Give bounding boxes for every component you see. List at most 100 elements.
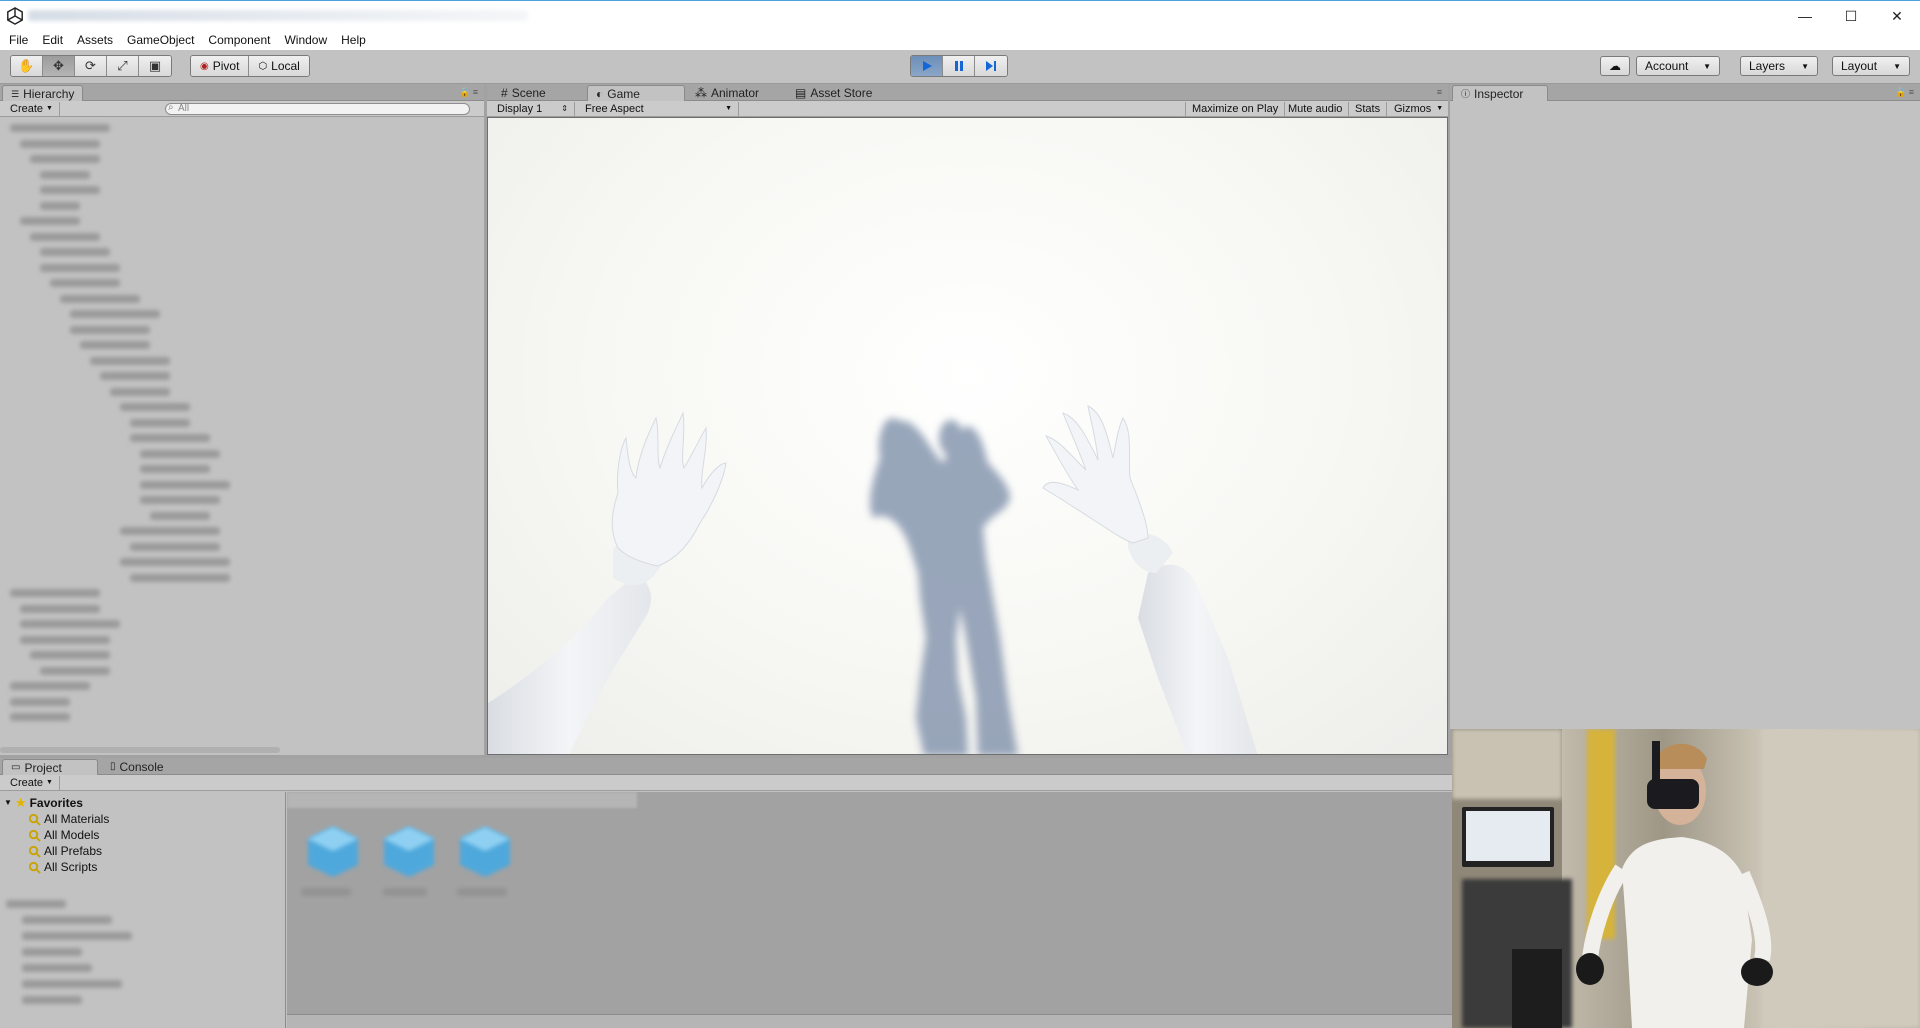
assets-row[interactable] <box>22 980 122 988</box>
hierarchy-row[interactable] <box>100 372 170 380</box>
stats-toggle[interactable]: Stats <box>1349 102 1388 116</box>
hierarchy-row[interactable] <box>120 403 190 411</box>
tab-animator[interactable]: ⁂ Animator <box>687 85 767 101</box>
hierarchy-row[interactable] <box>130 418 190 427</box>
pause-button[interactable] <box>943 56 975 76</box>
menu-file[interactable]: File <box>2 30 35 50</box>
hierarchy-row[interactable] <box>70 310 160 318</box>
tab-asset-store[interactable]: ▤ Asset Store <box>787 85 880 101</box>
menu-help[interactable]: Help <box>334 30 373 50</box>
hierarchy-row[interactable] <box>20 217 80 225</box>
assets-row[interactable] <box>22 932 132 940</box>
play-button[interactable] <box>911 56 943 76</box>
tab-scene[interactable]: # Scene <box>493 85 554 101</box>
assets-row[interactable] <box>22 916 112 924</box>
project-create-button[interactable]: Create ▼ <box>4 776 60 790</box>
prefab-cube-icon[interactable] <box>379 822 439 882</box>
favorite-item[interactable]: All Prefabs <box>28 843 102 859</box>
hierarchy-scrollbar[interactable] <box>0 747 280 753</box>
assets-row[interactable] <box>22 964 92 972</box>
account-dropdown[interactable]: Account ▼ <box>1636 56 1720 76</box>
hierarchy-row[interactable] <box>40 201 80 210</box>
hierarchy-row[interactable] <box>10 589 100 597</box>
minimize-button[interactable]: — <box>1782 1 1828 31</box>
hierarchy-row[interactable] <box>60 294 140 303</box>
favorite-item[interactable]: All Scripts <box>28 859 97 875</box>
hierarchy-row[interactable] <box>10 682 90 690</box>
hierarchy-search-input[interactable]: All <box>165 103 470 115</box>
local-toggle[interactable]: ⬡ Local <box>249 56 309 76</box>
assets-row[interactable] <box>22 996 82 1004</box>
hierarchy-row[interactable] <box>50 279 120 287</box>
hierarchy-row[interactable] <box>120 558 230 566</box>
hierarchy-row[interactable] <box>30 651 110 659</box>
hierarchy-row[interactable] <box>20 604 100 613</box>
hand-tool-button[interactable]: ✋ <box>11 56 43 76</box>
hierarchy-row[interactable] <box>130 573 230 582</box>
hierarchy-row[interactable] <box>120 527 220 535</box>
hierarchy-row[interactable] <box>40 666 110 675</box>
rect-tool-button[interactable]: ▣ <box>139 56 171 76</box>
hierarchy-row[interactable] <box>40 263 120 272</box>
hierarchy-row[interactable] <box>130 434 210 442</box>
tab-console[interactable]: ▯ Console <box>102 759 172 775</box>
game-viewport[interactable] <box>487 117 1448 755</box>
hierarchy-row[interactable] <box>40 170 90 179</box>
hierarchy-row[interactable] <box>130 542 220 551</box>
hierarchy-row[interactable] <box>80 341 150 349</box>
favorite-item[interactable]: All Models <box>28 827 99 843</box>
step-button[interactable] <box>975 56 1007 76</box>
scale-tool-button[interactable]: ⤢ <box>107 56 139 76</box>
cloud-button[interactable]: ☁ <box>1600 56 1630 76</box>
maximize-button[interactable]: ☐ <box>1828 1 1874 31</box>
hierarchy-row[interactable] <box>20 635 110 644</box>
hierarchy-row[interactable] <box>70 325 150 334</box>
hierarchy-row[interactable] <box>150 511 210 520</box>
tab-inspector[interactable]: ⓘ Inspector <box>1452 85 1548 101</box>
favorite-item[interactable]: All Materials <box>28 811 109 827</box>
layout-dropdown[interactable]: Layout ▼ <box>1832 56 1910 76</box>
hierarchy-row[interactable] <box>140 496 220 504</box>
tab-project[interactable]: ▭ Project <box>2 759 98 775</box>
mute-audio-toggle[interactable]: Mute audio <box>1282 102 1350 116</box>
hierarchy-create-button[interactable]: Create ▼ <box>4 102 60 116</box>
assets-row[interactable] <box>6 900 66 908</box>
maximize-on-play-toggle[interactable]: Maximize on Play <box>1185 102 1286 116</box>
tab-game[interactable]: ◐ Game <box>587 85 685 101</box>
hierarchy-row[interactable] <box>10 124 110 132</box>
assets-row[interactable] <box>22 948 82 956</box>
move-tool-button[interactable]: ✥ <box>43 56 75 76</box>
pivot-toggle[interactable]: ◉ Pivot <box>191 56 250 76</box>
hierarchy-row[interactable] <box>20 620 120 628</box>
hierarchy-row[interactable] <box>90 356 170 365</box>
close-button[interactable]: ✕ <box>1874 1 1920 31</box>
layers-dropdown[interactable]: Layers ▼ <box>1740 56 1818 76</box>
aspect-dropdown[interactable]: Free Aspect ▼ <box>579 102 739 116</box>
prefab-cube-icon[interactable] <box>455 822 515 882</box>
hierarchy-row[interactable] <box>140 449 220 458</box>
rotate-tool-button[interactable]: ⟳ <box>75 56 107 76</box>
favorites-header[interactable]: ▼ ★ Favorites <box>4 795 83 811</box>
hierarchy-row[interactable] <box>30 232 100 241</box>
hierarchy-row[interactable] <box>40 248 110 256</box>
menu-component[interactable]: Component <box>201 30 277 50</box>
prefab-cube-icon[interactable] <box>303 822 363 882</box>
display-dropdown[interactable]: Display 1 ⇕ <box>491 102 575 116</box>
menu-window[interactable]: Window <box>277 30 334 50</box>
menu-gameobject[interactable]: GameObject <box>120 30 201 50</box>
hierarchy-row[interactable] <box>40 186 100 194</box>
hierarchy-row[interactable] <box>20 139 100 148</box>
panel-menu-icon[interactable]: ≡ <box>1437 87 1442 97</box>
hierarchy-row[interactable] <box>140 480 230 489</box>
hierarchy-row[interactable] <box>10 697 70 706</box>
menu-assets[interactable]: Assets <box>70 30 120 50</box>
tab-hierarchy[interactable]: ☰ Hierarchy <box>2 85 84 101</box>
gizmos-dropdown[interactable]: Gizmos ▼ <box>1388 102 1449 116</box>
hierarchy-row[interactable] <box>10 713 70 721</box>
hierarchy-row[interactable] <box>30 155 100 163</box>
lock-icon[interactable]: 🔒 ≡ <box>459 87 478 98</box>
lock-icon[interactable]: 🔒 ≡ <box>1895 87 1914 98</box>
menu-edit[interactable]: Edit <box>35 30 70 50</box>
hierarchy-row[interactable] <box>140 465 210 473</box>
hierarchy-row[interactable] <box>110 387 170 396</box>
